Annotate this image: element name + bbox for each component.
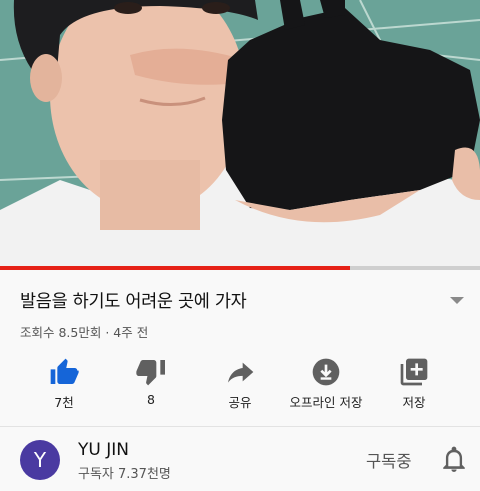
- bell-icon[interactable]: [441, 445, 467, 473]
- share-label: 공유: [228, 395, 252, 410]
- channel-name[interactable]: YU JIN: [78, 440, 129, 460]
- save-label: 저장: [402, 395, 426, 410]
- like-button[interactable]: 7천: [19, 356, 109, 412]
- share-icon: [228, 362, 254, 383]
- share-button[interactable]: 공유: [195, 356, 285, 412]
- save-to-playlist-button[interactable]: 저장: [369, 356, 459, 412]
- video-info-panel: 발음을 하기도 어려운 곳에 가자 조회수 8.5만회 · 4주 전 7천 8 …: [0, 270, 480, 491]
- thumbs-down-icon: [136, 360, 165, 386]
- expand-description-icon[interactable]: [450, 297, 464, 304]
- channel-avatar[interactable]: Y: [20, 440, 60, 480]
- offline-save-button[interactable]: 오프라인 저장: [281, 356, 371, 412]
- video-title[interactable]: 발음을 하기도 어려운 곳에 가자: [20, 288, 247, 313]
- dislike-count: 8: [147, 392, 155, 407]
- offline-save-label: 오프라인 저장: [289, 395, 363, 410]
- add-to-playlist-icon: [400, 358, 428, 386]
- like-count: 7천: [54, 395, 74, 410]
- download-icon: [312, 358, 340, 386]
- divider: [0, 426, 480, 427]
- channel-subscriber-count: 구독자 7.37천명: [78, 467, 171, 482]
- video-frame: [0, 0, 480, 270]
- video-view-count-and-date: 조회수 8.5만회 · 4주 전: [20, 325, 149, 340]
- video-player[interactable]: [0, 0, 480, 270]
- subscribed-button[interactable]: 구독중: [366, 448, 412, 472]
- thumbs-up-icon: [50, 358, 79, 384]
- dislike-button[interactable]: 8: [106, 356, 196, 412]
